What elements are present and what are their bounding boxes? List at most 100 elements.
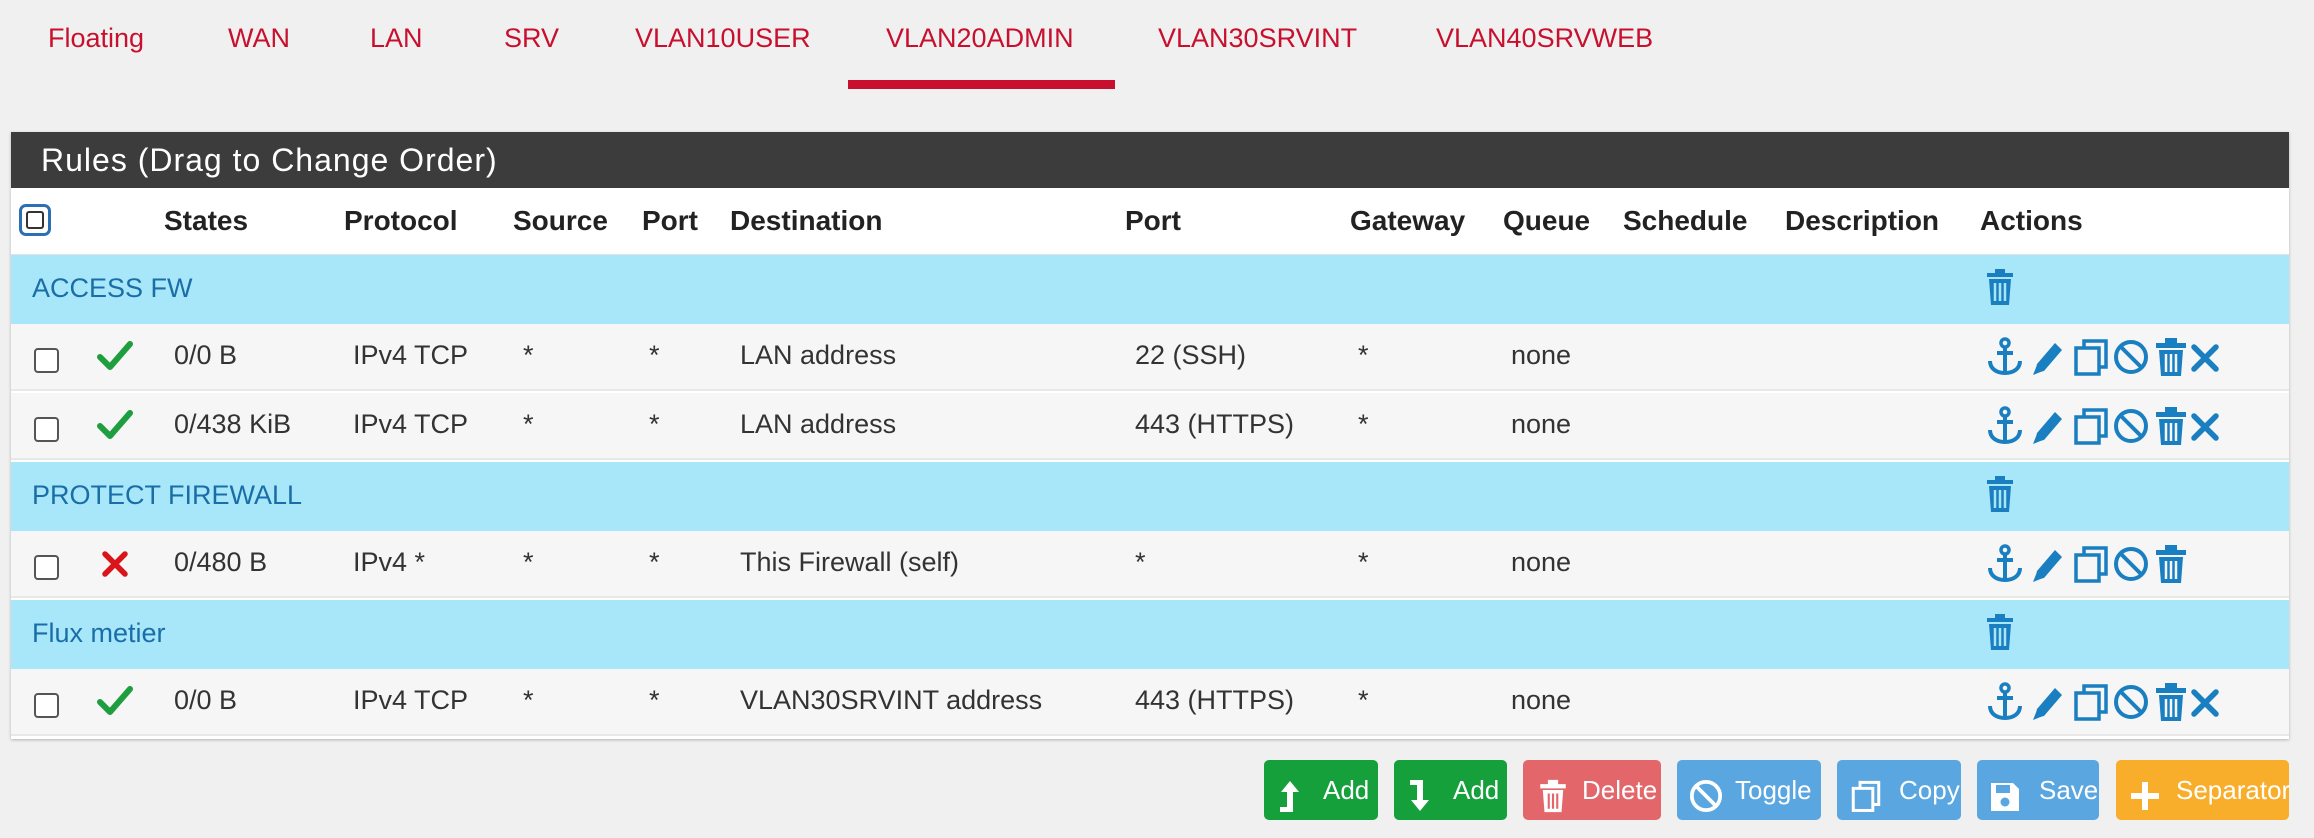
rule-protocol: IPv4 TCP	[353, 685, 469, 715]
rule-dest-port: 443 (HTTPS)	[1135, 685, 1295, 715]
tab-vlan10user[interactable]: VLAN10USER	[635, 18, 811, 58]
rule-port: *	[649, 340, 660, 370]
rule-queue: none	[1511, 409, 1572, 439]
check-icon[interactable]	[97, 339, 133, 378]
save-button[interactable]: Save	[1977, 760, 2099, 820]
rule-source: *	[523, 547, 534, 577]
rule-states[interactable]: 0/438 KiB	[174, 409, 291, 440]
pencil-icon[interactable]	[2029, 406, 2065, 451]
plus-icon	[2128, 774, 2162, 834]
anchor-icon[interactable]	[1987, 337, 2023, 382]
rule-checkbox[interactable]	[34, 348, 59, 373]
disable-icon[interactable]	[2113, 406, 2149, 451]
rule-port: *	[649, 409, 660, 439]
trash-icon[interactable]	[2154, 682, 2188, 727]
add-bottom-button[interactable]: Add	[1394, 760, 1507, 820]
trash-icon[interactable]	[2154, 337, 2188, 382]
rules-panel: Rules (Drag to Change Order) States Prot…	[11, 132, 2289, 739]
toggle-button[interactable]: Toggle	[1677, 760, 1821, 820]
rules-table-header: States Protocol Source Port Destination …	[11, 188, 2289, 256]
rule-checkbox[interactable]	[34, 693, 59, 718]
col-states: States	[164, 205, 249, 236]
select-all-checkbox[interactable]	[19, 204, 51, 236]
separator-label: ACCESS FW	[32, 273, 193, 303]
panel-title: Rules (Drag to Change Order)	[11, 132, 2289, 188]
trash-icon	[1537, 774, 1569, 834]
add-top-button[interactable]: Add	[1264, 760, 1378, 820]
remove-x-icon[interactable]	[2190, 406, 2220, 451]
copy-icon	[1849, 774, 1883, 834]
rule-checkbox[interactable]	[34, 555, 59, 580]
remove-x-icon[interactable]	[2190, 682, 2220, 727]
rule-destination: This Firewall (self)	[740, 547, 960, 577]
copy-button[interactable]: Copy	[1837, 760, 1961, 820]
rule-queue: none	[1511, 547, 1572, 577]
rule-states[interactable]: 0/480 B	[174, 547, 267, 578]
tab-vlan40srvweb[interactable]: VLAN40SRVWEB	[1436, 18, 1653, 58]
rule-port: *	[649, 685, 660, 715]
separator-button[interactable]: Separator	[2116, 760, 2291, 820]
arrow-down-icon	[1408, 774, 1432, 834]
disable-icon[interactable]	[2113, 544, 2149, 589]
rule-destination: LAN address	[740, 409, 897, 439]
floppy-icon	[1989, 774, 2021, 834]
col-gateway: Gateway	[1350, 205, 1466, 236]
col-source: Source	[513, 205, 608, 236]
copy-icon[interactable]	[2073, 682, 2109, 727]
rule-row[interactable]: 0/480 B IPv4 * * * This Firewall (self) …	[11, 531, 2289, 598]
separator-row[interactable]: ACCESS FW	[11, 255, 2289, 324]
delete-label: Delete	[1582, 775, 1658, 805]
block-x-icon[interactable]	[101, 549, 129, 584]
col-queue: Queue	[1503, 205, 1591, 236]
rule-protocol: IPv4 TCP	[353, 340, 469, 370]
col-protocol: Protocol	[344, 205, 458, 236]
rule-row[interactable]: 0/0 B IPv4 TCP * * VLAN30SRVINT address …	[11, 669, 2289, 736]
remove-x-icon[interactable]	[2190, 337, 2220, 382]
check-icon[interactable]	[97, 408, 133, 447]
trash-icon[interactable]	[2154, 406, 2188, 451]
rule-gateway: *	[1358, 409, 1369, 439]
check-icon[interactable]	[97, 684, 133, 723]
delete-button[interactable]: Delete	[1523, 760, 1661, 820]
separator-row[interactable]: Flux metier	[11, 600, 2289, 669]
copy-icon[interactable]	[2073, 406, 2109, 451]
rule-states[interactable]: 0/0 B	[174, 340, 237, 371]
tab-srv[interactable]: SRV	[504, 18, 559, 58]
tab-floating[interactable]: Floating	[48, 18, 144, 58]
tab-lan[interactable]: LAN	[370, 18, 423, 58]
tab-vlan30srvint[interactable]: VLAN30SRVINT	[1158, 18, 1357, 58]
trash-icon[interactable]	[1984, 614, 2016, 655]
separator-label: Flux metier	[32, 618, 166, 648]
rule-checkbox[interactable]	[34, 417, 59, 442]
pencil-icon[interactable]	[2029, 544, 2065, 589]
disable-icon[interactable]	[2113, 337, 2149, 382]
separator-row[interactable]: PROTECT FIREWALL	[11, 462, 2289, 531]
save-label: Save	[2039, 775, 2099, 805]
copy-icon[interactable]	[2073, 337, 2109, 382]
copy-icon[interactable]	[2073, 544, 2109, 589]
anchor-icon[interactable]	[1987, 682, 2023, 727]
trash-icon[interactable]	[1984, 476, 2016, 517]
pencil-icon[interactable]	[2029, 337, 2065, 382]
separator-label-btn: Separator	[2176, 775, 2291, 805]
rule-protocol: IPv4 TCP	[353, 409, 469, 439]
pencil-icon[interactable]	[2029, 682, 2065, 727]
rule-row[interactable]: 0/0 B IPv4 TCP * * LAN address 22 (SSH) …	[11, 324, 2289, 391]
rule-source: *	[523, 685, 534, 715]
rule-queue: none	[1511, 685, 1572, 715]
trash-icon[interactable]	[2154, 544, 2188, 589]
disable-icon	[1689, 774, 1723, 834]
anchor-icon[interactable]	[1987, 544, 2023, 589]
disable-icon[interactable]	[2113, 682, 2149, 727]
rule-dest-port: 443 (HTTPS)	[1135, 409, 1295, 439]
tab-vlan20admin[interactable]: VLAN20ADMIN	[886, 18, 1074, 58]
tab-wan[interactable]: WAN	[228, 18, 290, 58]
col-destination: Destination	[730, 205, 883, 236]
anchor-icon[interactable]	[1987, 406, 2023, 451]
rule-states[interactable]: 0/0 B	[174, 685, 237, 716]
rule-source: *	[523, 340, 534, 370]
add-bottom-label: Add	[1453, 775, 1500, 805]
trash-icon[interactable]	[1984, 269, 2016, 310]
rule-row[interactable]: 0/438 KiB IPv4 TCP * * LAN address 443 (…	[11, 393, 2289, 460]
rule-gateway: *	[1358, 685, 1369, 715]
